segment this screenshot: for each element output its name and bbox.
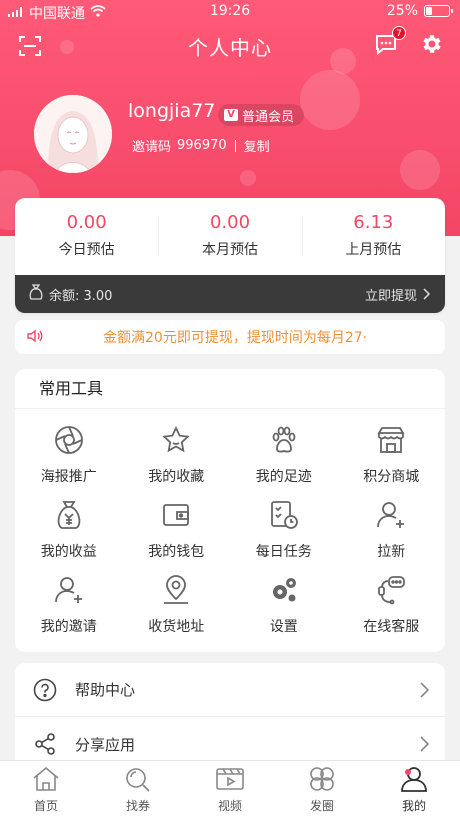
tab-video[interactable]: 视频	[184, 761, 276, 818]
tab-mine[interactable]: 我的	[368, 761, 460, 818]
earnings-card: 0.00 今日预估 0.00 本月预估 6.13 上月预估 余额: 3.00 立…	[15, 198, 445, 313]
tool-daily-tasks[interactable]: 每日任务	[230, 498, 338, 573]
tool-customer-service[interactable]: 在线客服	[338, 573, 446, 648]
earning-today[interactable]: 0.00 今日预估	[15, 198, 158, 274]
invite-row: 邀请码 996970 复制	[132, 136, 270, 155]
menu-list: 帮助中心 分享应用	[15, 663, 445, 773]
tool-label: 我的邀请	[40, 619, 97, 635]
star-icon	[162, 425, 191, 453]
earning-value: 0.00	[66, 212, 107, 233]
nav-bar: 个人中心 7	[0, 26, 460, 64]
tool-favorites[interactable]: 我的收藏	[123, 423, 231, 498]
task-icon	[270, 501, 298, 529]
tool-invitations[interactable]: 我的邀请	[15, 573, 123, 648]
speaker-icon	[27, 328, 43, 347]
chevron-right-icon	[420, 736, 429, 752]
paw-icon	[272, 426, 296, 453]
wallet-icon	[163, 504, 190, 526]
customer-service-icon	[378, 576, 406, 605]
tool-label: 我的收藏	[148, 469, 205, 485]
tab-home[interactable]: 首页	[0, 761, 92, 818]
money-bag-icon	[29, 284, 43, 304]
tool-label: 积分商城	[363, 469, 420, 485]
chevron-right-icon	[423, 288, 431, 300]
tool-label: 收货地址	[148, 619, 205, 635]
tab-label: 找券	[125, 799, 150, 813]
help-icon	[33, 678, 57, 701]
tool-earnings[interactable]: 我的收益	[15, 498, 123, 573]
invite-icon	[54, 577, 82, 603]
battery-percent: 25%	[386, 3, 418, 19]
store-icon	[377, 427, 405, 453]
username: longjia77	[128, 100, 216, 122]
earning-month[interactable]: 0.00 本月预估	[158, 198, 301, 274]
tool-recruit[interactable]: 拉新	[338, 498, 446, 573]
tool-address[interactable]: 收货地址	[123, 573, 231, 648]
copy-button[interactable]: 复制	[244, 136, 270, 155]
avatar[interactable]	[34, 95, 112, 173]
tool-label: 我的钱包	[148, 544, 205, 560]
earning-label: 今日预估	[58, 242, 115, 258]
earning-label: 本月预估	[201, 242, 258, 258]
member-badge: V 普通会员	[218, 104, 305, 126]
gears-icon	[272, 578, 296, 602]
menu-item-help[interactable]: 帮助中心	[15, 663, 445, 717]
aperture-icon	[54, 426, 83, 454]
menu-label: 分享应用	[75, 735, 136, 754]
tool-wallet[interactable]: 我的钱包	[123, 498, 231, 573]
tool-poster[interactable]: 海报推广	[15, 423, 123, 498]
message-badge: 7	[392, 26, 406, 40]
tool-label: 设置	[269, 619, 298, 635]
tab-coupons[interactable]: 找券	[92, 761, 184, 818]
tools-card: 常用工具 海报推广 我的收藏 我的足迹 积分商城 我的收益 我的钱包 每日任务	[15, 369, 445, 652]
withdraw-label: 立即提现	[364, 288, 417, 304]
balance-text: 余额: 3.00	[49, 288, 113, 304]
menu-label: 帮助中心	[75, 681, 136, 699]
add-user-icon	[377, 502, 405, 528]
divider	[234, 139, 236, 152]
battery-icon	[424, 5, 453, 17]
circles-icon	[310, 767, 334, 791]
gear-icon[interactable]	[420, 32, 444, 60]
earning-value: 6.13	[353, 212, 394, 233]
tool-label: 每日任务	[255, 544, 312, 560]
invite-label: 邀请码	[132, 140, 172, 155]
notice-text: 金额满20元即可提现，提现时间为每月27·	[103, 330, 368, 346]
tool-footprints[interactable]: 我的足迹	[230, 423, 338, 498]
tool-label: 我的收益	[40, 544, 97, 560]
earning-last-month[interactable]: 6.13 上月预估	[301, 198, 445, 274]
money-bag-icon	[57, 501, 81, 529]
notice-bar: 金额满20元即可提现，提现时间为每月27·	[15, 320, 445, 354]
vip-icon: V	[224, 109, 238, 121]
earning-value: 0.00	[209, 212, 251, 233]
tool-label: 我的足迹	[255, 469, 312, 485]
tool-label: 拉新	[377, 544, 406, 560]
status-bar: 中国联通 19:26 25%	[0, 0, 460, 24]
tab-label: 视频	[217, 799, 242, 813]
tab-bar: 首页 找券 视频 发圈 我的	[0, 760, 460, 818]
tool-settings[interactable]: 设置	[230, 573, 338, 648]
chevron-right-icon	[420, 681, 429, 698]
tool-points-mall[interactable]: 积分商城	[338, 423, 446, 498]
balance-bar: 余额: 3.00 立即提现	[15, 275, 445, 313]
tab-label: 我的	[401, 799, 426, 813]
video-icon	[216, 768, 244, 790]
tool-label: 在线客服	[363, 619, 420, 635]
home-icon	[33, 766, 59, 791]
profile-icon	[401, 767, 427, 792]
tool-label: 海报推广	[40, 469, 97, 485]
location-icon	[164, 575, 189, 604]
withdraw-button[interactable]: 立即提现	[365, 285, 431, 304]
tab-label: 首页	[33, 799, 58, 813]
message-button[interactable]: 7	[374, 26, 406, 60]
tab-label: 发圈	[309, 799, 334, 813]
earning-label: 上月预估	[345, 242, 402, 258]
tab-moments[interactable]: 发圈	[276, 761, 368, 818]
search-coupon-icon	[126, 768, 150, 792]
tools-title: 常用工具	[15, 369, 445, 409]
invite-code: 996970	[177, 138, 227, 153]
member-level: 普通会员	[242, 109, 295, 125]
share-icon	[35, 733, 55, 755]
